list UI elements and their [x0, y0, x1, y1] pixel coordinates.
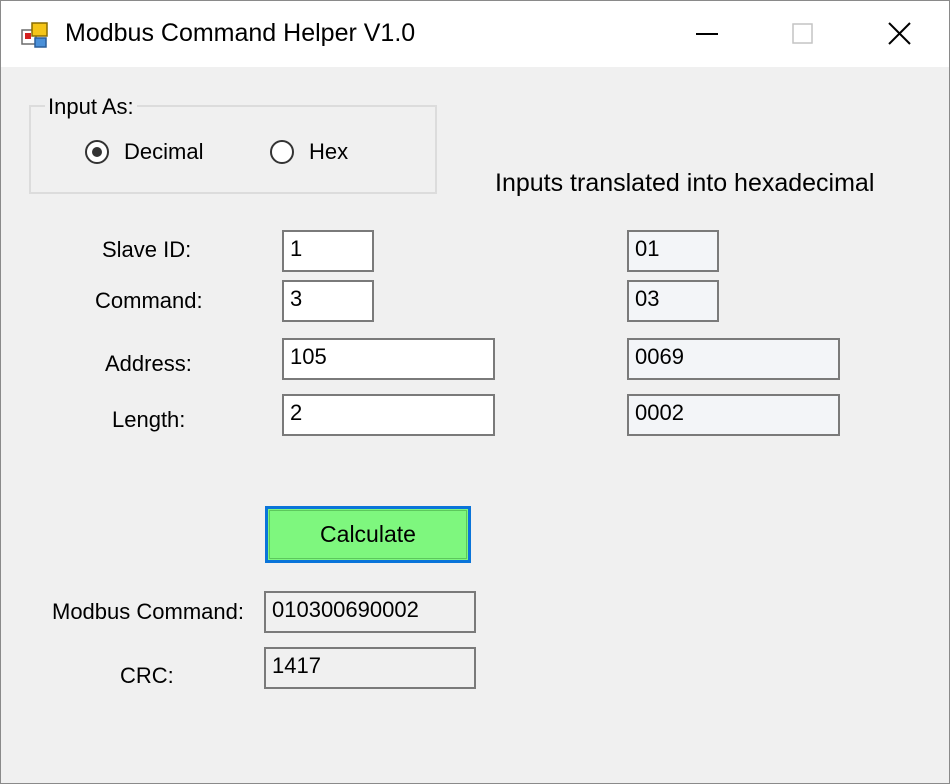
radio-selected-dot [92, 147, 102, 157]
command-input[interactable]: 3 [282, 280, 374, 322]
slave-id-input[interactable]: 1 [282, 230, 374, 272]
minimize-button[interactable] [659, 1, 755, 67]
slave-id-label: Slave ID: [102, 237, 192, 262]
length-input[interactable]: 2 [282, 394, 495, 436]
length-label: Length: [112, 407, 186, 432]
input-mode-legend: Input As: [45, 94, 137, 120]
length-hex-field: 0002 [627, 394, 840, 436]
crc-label: CRC: [120, 663, 174, 688]
calculate-button-label: Calculate [320, 521, 416, 547]
decimal-radio[interactable] [85, 140, 109, 164]
crc-output: 1417 [264, 647, 476, 689]
modbus-command-label: Modbus Command: [52, 599, 244, 624]
address-input[interactable]: 105 [282, 338, 495, 380]
close-icon [888, 22, 911, 45]
close-button[interactable] [851, 1, 947, 67]
address-hex-field: 0069 [627, 338, 840, 380]
window-title: Modbus Command Helper V1.0 [65, 19, 416, 47]
maximize-button[interactable] [755, 1, 851, 67]
hex-heading: Inputs translated into hexadecimal [495, 169, 875, 197]
hex-radio[interactable] [270, 140, 294, 164]
app-window: Modbus Command Helper V1.0 Input As: Dec… [0, 0, 950, 784]
maximize-icon [792, 23, 813, 44]
modbus-command-output: 010300690002 [264, 591, 476, 633]
command-hex-field: 03 [627, 280, 719, 322]
address-label: Address: [105, 351, 192, 376]
decimal-radio-label[interactable]: Decimal [124, 139, 203, 165]
slave-id-hex-field: 01 [627, 230, 719, 272]
calculate-button[interactable]: Calculate [265, 506, 471, 563]
title-bar[interactable]: Modbus Command Helper V1.0 [1, 1, 949, 67]
minimize-icon [696, 33, 718, 35]
app-icon [21, 22, 48, 48]
command-label: Command: [95, 288, 203, 313]
hex-radio-label[interactable]: Hex [309, 139, 348, 165]
